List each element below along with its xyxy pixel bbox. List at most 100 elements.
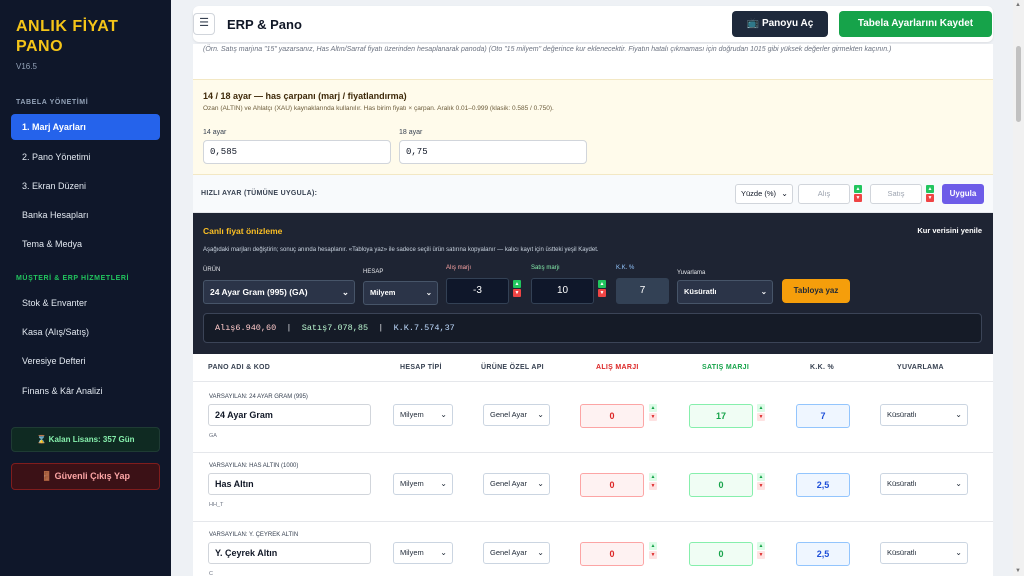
- row-alis-stepper[interactable]: ▲ ▼: [649, 404, 657, 421]
- sidebar-item-pano-yonetimi[interactable]: 2. Pano Yönetimi: [11, 144, 160, 170]
- col-hesap: HESAP TİPİ: [400, 364, 442, 371]
- chevron-down-icon: ⌄: [341, 287, 349, 297]
- arrow-down-icon[interactable]: ▼: [513, 289, 521, 297]
- input-14-ayar[interactable]: 0,585: [203, 140, 391, 164]
- row-name-input[interactable]: Y. Çeyrek Altın: [208, 542, 371, 564]
- arrow-down-icon[interactable]: ▼: [854, 194, 862, 202]
- quick-alis-input[interactable]: Alış: [798, 184, 850, 204]
- arrow-down-icon[interactable]: ▼: [598, 289, 606, 297]
- sidebar-item-kasa[interactable]: Kasa (Alış/Satış): [11, 319, 160, 345]
- row-satis-input[interactable]: 0: [689, 473, 753, 497]
- row-satis-stepper[interactable]: ▲ ▼: [757, 473, 765, 490]
- chevron-down-icon: ⌄: [537, 548, 544, 557]
- sidebar-item-stok-envanter[interactable]: Stok & Envanter: [11, 290, 160, 316]
- row-satis-input[interactable]: 17: [689, 404, 753, 428]
- arrow-down-icon[interactable]: ▼: [649, 551, 657, 559]
- row-satis-input[interactable]: 0: [689, 542, 753, 566]
- kk-label: K.K. %: [616, 265, 635, 271]
- sidebar-item-ekran-duzeni[interactable]: 3. Ekran Düzeni: [11, 173, 160, 199]
- row-rounding-select[interactable]: Küsüratlı ⌄: [880, 542, 968, 564]
- quick-alis-stepper[interactable]: ▲ ▼: [854, 185, 862, 202]
- sidebar-item-tema-medya[interactable]: Tema & Medya: [11, 231, 160, 257]
- logout-button[interactable]: 🚪 Güvenli Çıkış Yap: [11, 463, 160, 490]
- product-select[interactable]: 24 Ayar Gram (995) (GA) ⌄: [203, 280, 355, 304]
- arrow-up-icon[interactable]: ▲: [649, 542, 657, 550]
- row-hesap-value: Milyem: [400, 548, 424, 557]
- refresh-rates-link[interactable]: Kur verisini yenile: [917, 226, 982, 235]
- row-hesap-select[interactable]: Milyem ⌄: [393, 404, 453, 426]
- chevron-down-icon: ⌄: [537, 479, 544, 488]
- arrow-down-icon[interactable]: ▼: [649, 482, 657, 490]
- quick-satis-input[interactable]: Satış: [870, 184, 922, 204]
- sidebar-item-finans-kar[interactable]: Finans & Kâr Analizi: [11, 378, 160, 404]
- arrow-down-icon[interactable]: ▼: [757, 482, 765, 490]
- row-kk-input[interactable]: 2,5: [796, 473, 850, 497]
- arrow-up-icon[interactable]: ▲: [513, 280, 521, 288]
- arrow-up-icon[interactable]: ▲: [757, 473, 765, 481]
- row-hesap-select[interactable]: Milyem ⌄: [393, 473, 453, 495]
- arrow-up-icon[interactable]: ▲: [649, 404, 657, 412]
- write-to-table-button[interactable]: Tabloya yaz: [782, 279, 850, 303]
- row-alis-stepper[interactable]: ▲ ▼: [649, 542, 657, 559]
- arrow-down-icon[interactable]: ▼: [926, 194, 934, 202]
- scroll-down-icon[interactable]: ▼: [1015, 568, 1021, 574]
- arrow-up-icon[interactable]: ▲: [649, 473, 657, 481]
- quick-mode-value: Yüzde (%): [741, 189, 777, 198]
- page-scrollbar[interactable]: ▲ ▼: [1013, 0, 1024, 576]
- arrow-down-icon[interactable]: ▼: [757, 551, 765, 559]
- hesap-label: HESAP: [363, 269, 384, 275]
- row-kk-input[interactable]: 2,5: [796, 542, 850, 566]
- scroll-up-icon[interactable]: ▲: [1015, 2, 1021, 8]
- sidebar-item-banka-hesaplari[interactable]: Banka Hesapları: [11, 202, 160, 228]
- alis-margin-input[interactable]: -3: [446, 278, 509, 304]
- row-hesap-select[interactable]: Milyem ⌄: [393, 542, 453, 564]
- chevron-down-icon: ⌄: [440, 479, 447, 488]
- menu-toggle-icon[interactable]: ☰: [193, 13, 215, 35]
- scrollbar-thumb[interactable]: [1016, 46, 1021, 122]
- arrow-up-icon[interactable]: ▲: [926, 185, 934, 193]
- rounding-select[interactable]: Küsüratlı ⌄: [677, 280, 773, 304]
- row-satis-stepper[interactable]: ▲ ▼: [757, 542, 765, 559]
- satis-margin-input[interactable]: 10: [531, 278, 594, 304]
- row-kk-input[interactable]: 7: [796, 404, 850, 428]
- arrow-down-icon[interactable]: ▼: [757, 413, 765, 421]
- arrow-up-icon[interactable]: ▲: [854, 185, 862, 193]
- row-satis-stepper[interactable]: ▲ ▼: [757, 404, 765, 421]
- sidebar-item-veresiye-defteri[interactable]: Veresiye Defteri: [11, 348, 160, 374]
- row-alis-stepper[interactable]: ▲ ▼: [649, 473, 657, 490]
- arrow-up-icon[interactable]: ▲: [757, 542, 765, 550]
- arrow-down-icon[interactable]: ▼: [649, 413, 657, 421]
- row-name-input[interactable]: 24 Ayar Gram: [208, 404, 371, 426]
- arrow-up-icon[interactable]: ▲: [598, 280, 606, 288]
- row-api-select[interactable]: Genel Ayar ⌄: [483, 542, 550, 564]
- row-api-select[interactable]: Genel Ayar ⌄: [483, 473, 550, 495]
- row-alis-input[interactable]: 0: [580, 473, 644, 497]
- row-name-input[interactable]: Has Altın: [208, 473, 371, 495]
- satis-margin-stepper[interactable]: ▲ ▼: [598, 280, 606, 297]
- save-settings-button[interactable]: Tabela Ayarlarını Kaydet: [839, 11, 992, 37]
- col-api: ÜRÜNE ÖZEL API: [481, 364, 544, 371]
- kk-input[interactable]: 7: [616, 278, 669, 304]
- product-label: ÜRÜN: [203, 267, 221, 273]
- brand-logo: ANLIK FİYAT PANO: [16, 17, 118, 57]
- hesap-value: Milyem: [370, 288, 396, 297]
- quick-mode-select[interactable]: Yüzde (%) ⌄: [735, 184, 793, 204]
- chevron-down-icon: ⌄: [537, 410, 544, 419]
- alis-margin-stepper[interactable]: ▲ ▼: [513, 280, 521, 297]
- brand-line2: PANO: [16, 38, 64, 55]
- chevron-down-icon: ⌄: [425, 288, 432, 297]
- row-alis-input[interactable]: 0: [580, 542, 644, 566]
- row-alis-input[interactable]: 0: [580, 404, 644, 428]
- alis-margin-label: Alış marjı: [446, 265, 472, 271]
- arrow-up-icon[interactable]: ▲: [757, 404, 765, 412]
- open-panel-button[interactable]: 📺 Panoyu Aç: [732, 11, 828, 37]
- apply-all-button[interactable]: Uygula: [942, 184, 984, 204]
- input-18-ayar[interactable]: 0,75: [399, 140, 587, 164]
- row-rounding-select[interactable]: Küsüratlı ⌄: [880, 404, 968, 426]
- karat-panel-desc: Ozan (ALTIN) ve Ahlatçı (XAU) kaynakları…: [203, 105, 554, 112]
- row-rounding-select[interactable]: Küsüratlı ⌄: [880, 473, 968, 495]
- quick-satis-stepper[interactable]: ▲ ▼: [926, 185, 934, 202]
- hesap-select[interactable]: Milyem ⌄: [363, 281, 438, 305]
- row-api-select[interactable]: Genel Ayar ⌄: [483, 404, 550, 426]
- sidebar-item-marj-ayarlari[interactable]: 1. Marj Ayarları: [11, 114, 160, 140]
